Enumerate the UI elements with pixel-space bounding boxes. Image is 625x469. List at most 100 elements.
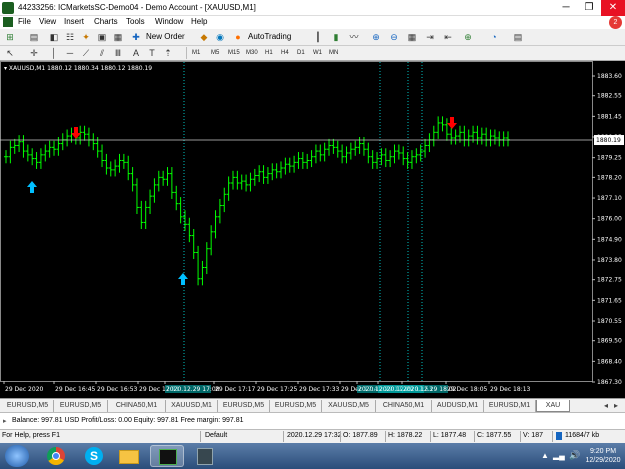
metaeditor-icon[interactable]: ◆	[198, 31, 210, 43]
chart-window-icon	[3, 17, 13, 27]
chart-tab[interactable]: CHINA50,M1	[376, 400, 432, 412]
drawing-toolbar: ↖ ✛ │ ─ ⟋ ⫽ Ⅲ A T ⇡ M1 M5 M15 M30 H1 H4 …	[0, 46, 625, 61]
start-button-icon[interactable]	[5, 445, 29, 467]
timeframe-m1[interactable]: M1	[190, 47, 202, 60]
status-help: For Help, press F1	[2, 432, 60, 439]
chart-tab[interactable]: EURUSD,M5	[218, 400, 270, 412]
tab-scroll-right-icon[interactable]: ▸	[614, 401, 618, 410]
chart-tab[interactable]: XAU	[536, 400, 570, 412]
price-chart[interactable]: ▾ XAUUSD,M1 1880.12 1880.34 1880.12 1880…	[0, 61, 625, 398]
vertical-line-icon[interactable]: │	[48, 47, 60, 59]
channel-icon[interactable]: ⫽	[96, 47, 108, 59]
timeframe-h1[interactable]: H1	[263, 47, 275, 60]
skype-taskbar-icon[interactable]: S	[77, 445, 111, 467]
metatrader-taskbar-icon[interactable]	[150, 445, 184, 467]
zoom-in-icon[interactable]: ⊕	[370, 31, 382, 43]
file-explorer-taskbar-icon[interactable]	[112, 445, 146, 467]
chart-tab[interactable]: EURUSD,M1	[484, 400, 536, 412]
status-open: O: 1877.89	[343, 432, 378, 439]
minimize-icon[interactable]: ─	[555, 0, 577, 16]
profiles-icon[interactable]: ▤	[28, 31, 40, 43]
x-tick-label: 29 Dec 18:05	[447, 386, 488, 393]
timeframe-m30[interactable]: M30	[244, 47, 260, 60]
balance-line: Balance: 997.81 USD Profit/Loss: 0.00 Eq…	[12, 417, 244, 424]
menu-view[interactable]: View	[39, 17, 56, 26]
chart-tab[interactable]: EURUSD,M5	[2, 400, 54, 412]
label-tool-icon[interactable]: T	[146, 47, 158, 59]
fibonacci-icon[interactable]: Ⅲ	[112, 47, 124, 59]
notification-badge[interactable]: 2	[609, 16, 622, 29]
x-tick-label: 29 Dec 16:45	[55, 386, 96, 393]
autotrading-icon[interactable]: ●	[232, 31, 244, 43]
new-order-button[interactable]: New Order	[144, 30, 187, 44]
chart-frame	[0, 61, 593, 382]
market-watch-icon[interactable]: ◧	[48, 31, 60, 43]
timeframe-m5[interactable]: M5	[209, 47, 221, 60]
new-order-icon[interactable]: ✚	[130, 31, 142, 43]
status-high: H: 1878.22	[388, 432, 423, 439]
strategy-tester-icon[interactable]: ▦	[112, 31, 124, 43]
status-profile: Default	[205, 432, 228, 439]
status-volume: V: 187	[523, 432, 543, 439]
terminal-expand-icon[interactable]: ▸	[3, 417, 7, 425]
y-tick-label: 1868.40	[597, 358, 622, 365]
y-tick-label: 1876.00	[597, 216, 622, 223]
volume-icon[interactable]: 🔊	[569, 450, 580, 461]
menu-window[interactable]: Window	[155, 17, 183, 26]
cursor-icon[interactable]: ↖	[4, 47, 16, 59]
data-window-icon[interactable]: ☷	[64, 31, 76, 43]
autotrading-button[interactable]: AutoTrading	[246, 30, 293, 44]
close-icon[interactable]: ✕	[601, 0, 625, 16]
signals-icon[interactable]: ◉	[214, 31, 226, 43]
line-chart-icon[interactable]: 〰	[348, 31, 360, 43]
timeframe-d1[interactable]: D1	[295, 47, 307, 60]
chart-tab[interactable]: CHINA50,M1	[108, 400, 166, 412]
crosshair-icon[interactable]: ✛	[28, 47, 40, 59]
x-tick-label: 29 Dec 2020	[5, 386, 44, 393]
chart-tab[interactable]: EURUSD,M5	[54, 400, 108, 412]
periods-icon[interactable]: ◔	[488, 31, 500, 43]
terminal-panel: ▸ Balance: 997.81 USD Profit/Loss: 0.00 …	[0, 412, 625, 430]
new-chart-icon[interactable]: ⊞	[4, 31, 16, 43]
timeframe-m15[interactable]: M15	[226, 47, 242, 60]
menu-tools[interactable]: Tools	[126, 17, 145, 26]
chart-shift-icon[interactable]: ⇤	[442, 31, 454, 43]
autoscroll-icon[interactable]: ⇥	[424, 31, 436, 43]
maximize-icon[interactable]: ❐	[578, 0, 600, 16]
bar-chart-icon[interactable]: ┃	[312, 31, 324, 43]
system-clock[interactable]: 9:20 PM 12/29/2020	[581, 447, 625, 465]
x-tick-label: 2020.12.29 17:08	[166, 386, 220, 393]
timeframe-w1[interactable]: W1	[311, 47, 324, 60]
terminal-icon[interactable]: ▣	[96, 31, 108, 43]
network-icon[interactable]: ▂▄	[553, 451, 565, 460]
chart-tab[interactable]: AUDUSD,M1	[432, 400, 484, 412]
menu-file[interactable]: File	[18, 17, 31, 26]
menu-help[interactable]: Help	[191, 17, 207, 26]
text-label-icon[interactable]: A	[130, 47, 142, 59]
tab-scroll-left-icon[interactable]: ◂	[604, 401, 608, 410]
chrome-taskbar-icon[interactable]	[39, 445, 73, 467]
tile-windows-icon[interactable]: ▦	[406, 31, 418, 43]
timeframe-mn[interactable]: MN	[327, 47, 340, 60]
y-tick-label: 1870.55	[597, 318, 622, 325]
horizontal-line-icon[interactable]: ─	[64, 47, 76, 59]
arrows-tool-icon[interactable]: ⇡	[162, 47, 174, 59]
menu-insert[interactable]: Insert	[64, 17, 84, 26]
menu-charts[interactable]: Charts	[94, 17, 118, 26]
y-tick-label: 1867.30	[597, 379, 622, 386]
menu-bar: File View Insert Charts Tools Window Hel…	[0, 16, 625, 29]
trendline-icon[interactable]: ⟋	[80, 47, 92, 59]
templates-icon[interactable]: ▤	[512, 31, 524, 43]
calculator-taskbar-icon[interactable]	[188, 445, 222, 467]
chart-tab[interactable]: EURUSD,M5	[270, 400, 322, 412]
tray-arrow-icon[interactable]: ▲	[541, 451, 549, 460]
indicators-icon[interactable]: ⊕	[462, 31, 474, 43]
candlestick-icon[interactable]: ▮	[330, 31, 342, 43]
window-title: 44233256: ICMarketsSC-Demo04 - Demo Acco…	[18, 3, 256, 12]
zoom-out-icon[interactable]: ⊖	[388, 31, 400, 43]
navigator-icon[interactable]: ✦	[80, 31, 92, 43]
chart-tab[interactable]: XAUUSD,M5	[322, 400, 376, 412]
chart-tab[interactable]: XAUUSD,M1	[166, 400, 218, 412]
sell-arrow-icon	[447, 117, 457, 129]
timeframe-h4[interactable]: H4	[279, 47, 291, 60]
